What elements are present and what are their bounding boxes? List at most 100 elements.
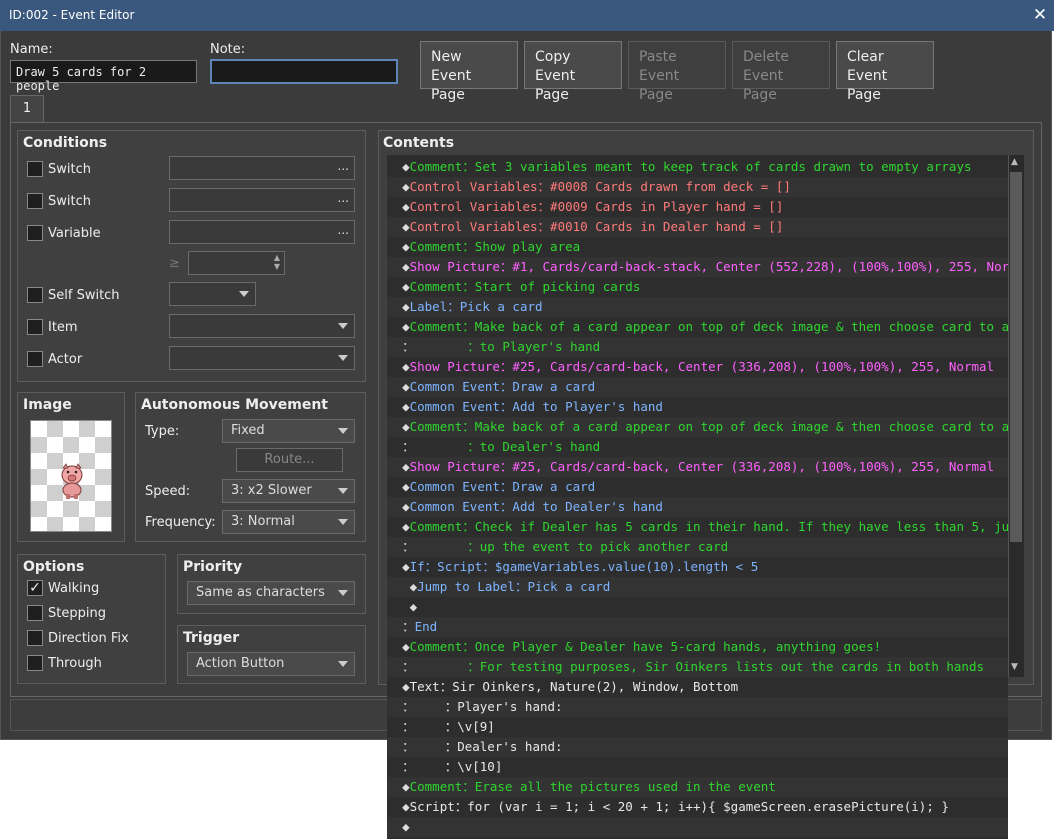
switch1-checkbox[interactable] — [27, 161, 43, 177]
route-button[interactable]: Route... — [236, 448, 343, 472]
name-field[interactable]: Draw 5 cards for 2 people — [10, 60, 197, 93]
type-dropdown[interactable]: Fixed — [222, 419, 355, 443]
actor-dropdown[interactable] — [169, 346, 355, 370]
close-icon[interactable]: ✕ — [1029, 3, 1051, 27]
command-text: Draw a card — [512, 379, 596, 394]
command-row[interactable]: ◆Show Picture：#25, Cards/card-back, Cent… — [387, 357, 1008, 377]
button-line: Event Page — [743, 68, 784, 103]
priority-dropdown[interactable]: Same as characters — [187, 581, 355, 605]
command-row[interactable]: ◆ — [387, 597, 1008, 617]
command-row[interactable]: ◆Label：Pick a card — [387, 297, 1008, 317]
command-marker-icon: ◆ — [409, 599, 418, 614]
note-field[interactable] — [210, 59, 398, 84]
direction-fix-checkbox[interactable] — [27, 630, 43, 646]
event-image-preview[interactable] — [30, 420, 112, 532]
command-row[interactable]: ◆Show Picture：#1, Cards/card-back-stack,… — [387, 257, 1008, 277]
command-row[interactable]: ：End — [387, 617, 1008, 637]
variable-value-spinner[interactable]: ▲ ▼ — [188, 251, 285, 275]
command-separator: ： — [467, 339, 480, 354]
variable-checkbox[interactable] — [27, 225, 43, 241]
command-row[interactable]: ◆Comment：Check if Dealer has 5 cards in … — [387, 517, 1008, 537]
stepping-checkbox[interactable] — [27, 605, 43, 621]
actor-checkbox[interactable] — [27, 351, 43, 367]
command-marker-icon: ： — [402, 339, 415, 354]
command-name: Show Picture — [409, 459, 500, 474]
spinner-arrows-icon[interactable]: ▲ ▼ — [274, 253, 280, 271]
speed-dropdown[interactable]: 3: x2 Slower — [222, 479, 355, 503]
through-checkbox[interactable] — [27, 655, 43, 671]
command-row[interactable]: ◆Control Variables：#0010 Cards in Dealer… — [387, 217, 1008, 237]
command-row[interactable]: ◆Common Event：Add to Player's hand — [387, 397, 1008, 417]
command-row[interactable]: ： ：to Dealer's hand — [387, 437, 1008, 457]
variable-selector[interactable]: ... — [169, 220, 355, 244]
clear-event-page-button[interactable]: Clear Event Page — [836, 41, 934, 103]
command-row[interactable]: ◆Show Picture：#25, Cards/card-back, Cent… — [387, 457, 1008, 477]
command-row[interactable]: ◆Common Event：Add to Dealer's hand — [387, 497, 1008, 517]
command-separator: ： — [462, 239, 475, 254]
command-name: Common Event — [409, 379, 500, 394]
command-marker-icon: ： — [402, 759, 415, 774]
new-event-page-button[interactable]: New Event Page — [420, 41, 518, 103]
command-row[interactable]: ： ：to Player's hand — [387, 337, 1008, 357]
scrollbar-thumb[interactable] — [1010, 172, 1022, 542]
command-row[interactable]: ： ：\v[9] — [387, 717, 1008, 737]
command-text: \v[9] — [457, 719, 495, 734]
command-row[interactable]: ◆ — [387, 817, 1008, 837]
command-row[interactable]: ◆Common Event：Draw a card — [387, 477, 1008, 497]
command-row[interactable]: ◆Comment：Make back of a card appear on t… — [387, 417, 1008, 437]
command-row[interactable]: ： ：\v[10] — [387, 757, 1008, 777]
command-name — [415, 439, 468, 454]
command-marker-icon: ◆ — [402, 679, 410, 694]
command-text: Erase all the pictures used in the event — [474, 779, 776, 794]
command-row[interactable]: ： ：For testing purposes, Sir Oinkers lis… — [387, 657, 1008, 677]
event-command-list[interactable]: ◆Comment：Set 3 variables meant to keep t… — [387, 155, 1008, 839]
command-row[interactable]: ◆Control Variables：#0008 Cards drawn fro… — [387, 177, 1008, 197]
command-row[interactable]: ◆If：Script：$gameVariables.value(10).leng… — [387, 557, 1008, 577]
command-row[interactable]: ◆Text：Sir Oinkers, Nature(2), Window, Bo… — [387, 677, 1008, 697]
chevron-down-icon — [239, 291, 249, 297]
trigger-dropdown[interactable]: Action Button — [187, 652, 355, 676]
speed-value: 3: x2 Slower — [231, 483, 312, 498]
command-separator: ： — [499, 479, 513, 494]
command-row[interactable]: ◆Comment：Set 3 variables meant to keep t… — [387, 157, 1008, 177]
command-text: Once Player & Dealer have 5-card hands, … — [474, 639, 882, 654]
command-row[interactable]: ◆Control Variables：#0009 Cards in Player… — [387, 197, 1008, 217]
switch1-selector[interactable]: ... — [169, 156, 355, 180]
command-row[interactable]: ◆Common Event：Draw a card — [387, 377, 1008, 397]
command-name — [415, 759, 445, 774]
paste-event-page-button[interactable]: Paste Event Page — [628, 41, 726, 103]
switch2-selector[interactable]: ... — [169, 188, 355, 212]
scroll-up-icon[interactable]: ▲ — [1011, 157, 1018, 167]
frequency-dropdown[interactable]: 3: Normal — [222, 510, 355, 534]
command-row[interactable]: ： ：Dealer's hand: — [387, 737, 1008, 757]
ellipsis-icon: ... — [337, 191, 349, 205]
item-checkbox[interactable] — [27, 319, 43, 335]
command-marker-icon: ◆ — [402, 239, 410, 254]
copy-event-page-button[interactable]: Copy Event Page — [524, 41, 622, 103]
self-switch-checkbox[interactable] — [27, 287, 43, 303]
command-marker-icon: ◆ — [402, 499, 410, 514]
command-row[interactable]: ◆Jump to Label：Pick a card — [387, 577, 1008, 597]
command-row[interactable]: ： ：up the event to pick another card — [387, 537, 1008, 557]
command-name — [415, 699, 445, 714]
command-row[interactable]: ◆Comment：Erase all the pictures used in … — [387, 777, 1008, 797]
item-dropdown[interactable] — [169, 314, 355, 338]
command-row[interactable]: ： ：Player's hand: — [387, 697, 1008, 717]
command-marker-icon: ◆ — [402, 459, 410, 474]
command-marker-icon: ◆ — [402, 779, 410, 794]
command-name: Comment — [409, 639, 463, 654]
walking-checkbox[interactable]: ✓ — [27, 580, 43, 596]
delete-event-page-button[interactable]: Delete Event Page — [732, 41, 830, 103]
command-row[interactable]: ◆Comment：Show play area — [387, 237, 1008, 257]
command-text: up the event to pick another card — [479, 539, 729, 554]
command-row[interactable]: ◆Comment：Once Player & Dealer have 5-car… — [387, 637, 1008, 657]
command-row[interactable]: ◆Script：for (var i = 1; i < 20 + 1; i++)… — [387, 797, 1008, 817]
tab-page-1[interactable]: 1 — [10, 95, 44, 123]
command-row[interactable]: ◆Comment：Make back of a card appear on t… — [387, 317, 1008, 337]
command-separator: ： — [514, 579, 528, 594]
switch2-checkbox[interactable] — [27, 193, 43, 209]
scroll-down-icon[interactable]: ▼ — [1011, 662, 1018, 672]
command-text: Add to Dealer's hand — [512, 499, 663, 514]
command-row[interactable]: ◆Comment：Start of picking cards — [387, 277, 1008, 297]
self-switch-dropdown[interactable] — [169, 282, 256, 306]
